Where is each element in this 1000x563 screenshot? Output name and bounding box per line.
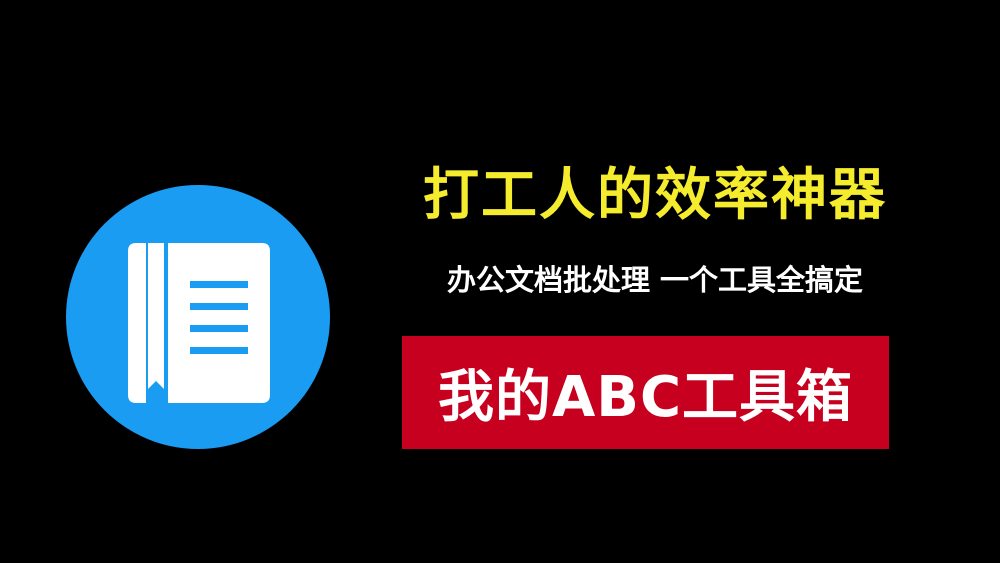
document-book-icon	[66, 185, 330, 449]
product-name-banner: 我的ABC工具箱	[402, 336, 889, 449]
product-name: 我的ABC工具箱	[437, 365, 854, 430]
subheadline: 办公文档批处理 一个工具全搞定	[446, 263, 864, 297]
headline: 打工人的效率神器	[423, 163, 887, 228]
